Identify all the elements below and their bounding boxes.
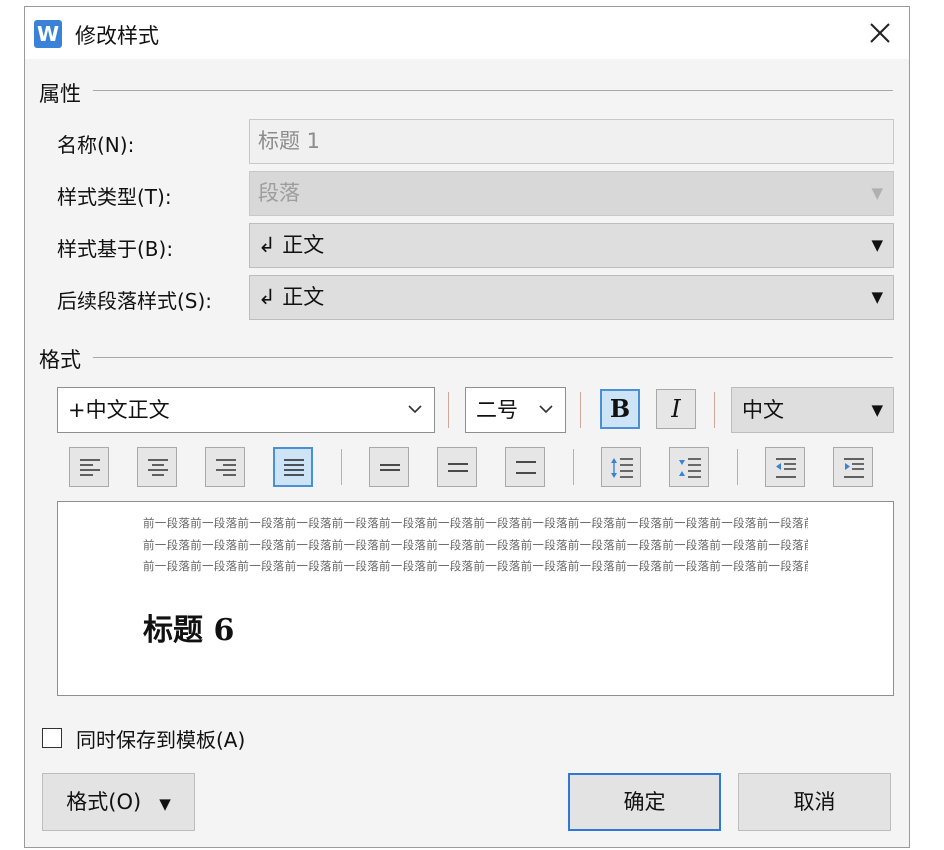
name-field: 标题 1 xyxy=(249,119,894,164)
based-on-value: ↲ 正文 xyxy=(258,233,325,257)
decrease-indent-icon xyxy=(776,458,796,478)
increase-paragraph-spacing-button[interactable] xyxy=(601,447,641,487)
properties-section-label: 属性 xyxy=(39,82,81,106)
toolbar-separator xyxy=(580,392,581,428)
following-style-select[interactable]: ↲ 正文 ▼ xyxy=(249,275,894,320)
following-style-value: ↲ 正文 xyxy=(258,285,325,309)
dropdown-arrow-icon: ▼ xyxy=(871,401,883,419)
dropdown-arrow-icon: ▼ xyxy=(871,288,883,306)
double-spacing-icon xyxy=(516,461,536,474)
preview-previous-paragraph-line: 前一段落前一段落前一段落前一段落前一段落前一段落前一段落前一段落前一段落前一段落… xyxy=(143,559,808,573)
align-left-button[interactable] xyxy=(69,447,109,487)
name-label: 名称(N): xyxy=(57,133,135,157)
style-type-select: 段落 ▼ xyxy=(249,171,894,216)
single-spacing-button[interactable] xyxy=(369,447,409,487)
language-select[interactable]: 中文 ▼ xyxy=(731,387,894,433)
bold-button[interactable]: B xyxy=(600,389,640,429)
cancel-button[interactable]: 取消 xyxy=(738,773,891,831)
toolbar-separator xyxy=(341,449,342,485)
format-menu-label: 格式(O) xyxy=(66,790,142,814)
align-left-icon xyxy=(80,459,100,476)
toolbar-separator xyxy=(737,449,738,485)
one-half-spacing-button[interactable] xyxy=(437,447,477,487)
align-center-icon xyxy=(148,459,168,476)
toolbar-separator xyxy=(714,392,715,428)
following-style-label: 后续段落样式(S): xyxy=(57,289,213,313)
decrease-indent-button[interactable] xyxy=(765,447,805,487)
format-divider xyxy=(93,357,893,358)
increase-indent-icon xyxy=(844,458,864,478)
close-button[interactable] xyxy=(863,16,897,50)
decrease-paragraph-spacing-button[interactable] xyxy=(669,447,709,487)
toolbar-separator xyxy=(448,392,449,428)
one-half-spacing-icon xyxy=(448,463,468,472)
font-value: +中文正文 xyxy=(68,398,170,422)
font-size-select[interactable]: 二号 xyxy=(465,387,566,433)
align-center-button[interactable] xyxy=(137,447,177,487)
preview-previous-paragraph-line: 前一段落前一段落前一段落前一段落前一段落前一段落前一段落前一段落前一段落前一段落… xyxy=(143,516,808,530)
align-right-button[interactable] xyxy=(205,447,245,487)
close-icon xyxy=(870,23,890,43)
font-size-value: 二号 xyxy=(476,398,518,422)
format-section-label: 格式 xyxy=(39,348,81,372)
chevron-down-icon xyxy=(406,388,424,448)
based-on-select[interactable]: ↲ 正文 ▼ xyxy=(249,223,894,268)
align-right-icon xyxy=(216,459,236,476)
align-justify-icon xyxy=(284,459,304,476)
based-on-label: 样式基于(B): xyxy=(57,237,174,261)
properties-divider xyxy=(93,90,893,91)
increase-indent-button[interactable] xyxy=(833,447,873,487)
save-to-template-checkbox[interactable] xyxy=(42,728,62,748)
ok-button[interactable]: 确定 xyxy=(568,773,721,831)
preview-heading: 标题 6 xyxy=(143,613,235,648)
language-value: 中文 xyxy=(742,398,784,422)
style-type-label: 样式类型(T): xyxy=(57,185,172,209)
preview-previous-paragraph-line: 前一段落前一段落前一段落前一段落前一段落前一段落前一段落前一段落前一段落前一段落… xyxy=(143,538,808,552)
style-type-value: 段落 xyxy=(258,181,300,205)
italic-button[interactable]: I xyxy=(656,389,696,429)
save-to-template-label[interactable]: 同时保存到模板(A) xyxy=(76,724,245,753)
modify-style-dialog: W 修改样式 属性 名称(N): 标题 1 样式类型(T): 段落 ▼ 样式基于… xyxy=(24,6,910,848)
dialog-title: 修改样式 xyxy=(75,24,159,48)
dropdown-arrow-icon: ▼ xyxy=(871,184,883,202)
dropdown-arrow-icon: ▼ xyxy=(159,795,171,813)
dropdown-arrow-icon: ▼ xyxy=(871,236,883,254)
decrease-paragraph-spacing-icon xyxy=(679,458,701,478)
style-preview: 前一段落前一段落前一段落前一段落前一段落前一段落前一段落前一段落前一段落前一段落… xyxy=(57,501,894,696)
single-spacing-icon xyxy=(380,464,400,471)
align-justify-button[interactable] xyxy=(273,447,313,487)
double-spacing-button[interactable] xyxy=(505,447,545,487)
format-menu-button[interactable]: 格式(O) ▼ xyxy=(42,773,195,831)
font-select[interactable]: +中文正文 xyxy=(57,387,435,433)
increase-paragraph-spacing-icon xyxy=(611,458,633,478)
toolbar-separator xyxy=(573,449,574,485)
wps-writer-icon: W xyxy=(34,20,62,48)
chevron-down-icon xyxy=(537,388,555,448)
title-bar: W 修改样式 xyxy=(25,7,909,59)
